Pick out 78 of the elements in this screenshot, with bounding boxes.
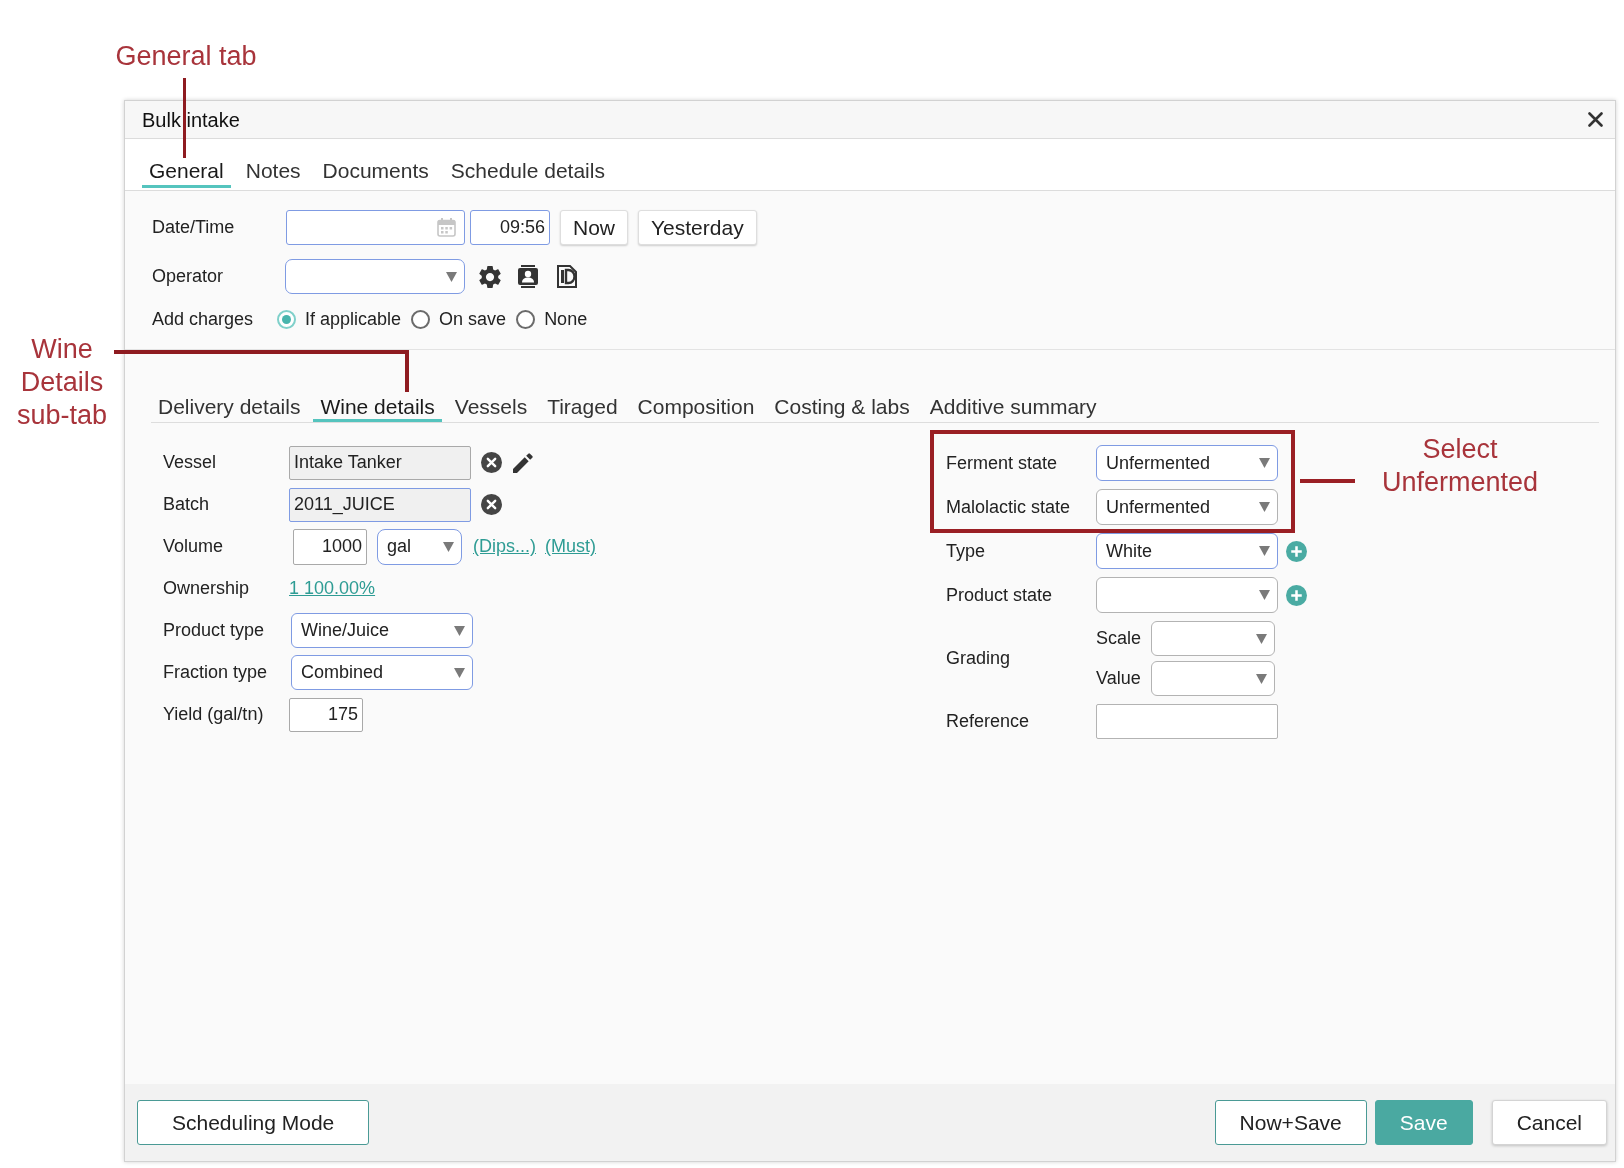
caret-icon bbox=[446, 271, 457, 282]
field-label: Batch bbox=[163, 493, 211, 516]
sub-tab[interactable]: Wine details bbox=[313, 394, 442, 422]
text-field[interactable]: 2011_JUICE bbox=[289, 487, 471, 522]
field-label: Fraction type bbox=[163, 661, 269, 684]
annotation-label: Select Unfermented bbox=[1380, 433, 1540, 499]
number-field[interactable]: 175 bbox=[289, 697, 363, 732]
clear-icon[interactable] bbox=[481, 452, 502, 473]
dropdown[interactable]: Combined bbox=[291, 655, 473, 690]
close-icon[interactable] bbox=[1588, 112, 1603, 127]
tab[interactable]: Schedule details bbox=[443, 156, 612, 188]
dropdown[interactable]: Unfermented bbox=[1096, 445, 1278, 481]
date-field[interactable] bbox=[286, 210, 465, 245]
caret-icon bbox=[1256, 673, 1267, 684]
field-label: Volume bbox=[163, 535, 225, 558]
field-label: Malolactic state bbox=[946, 495, 1072, 519]
sub-tab[interactable]: Costing & labs bbox=[767, 394, 917, 422]
field-label: Product state bbox=[946, 583, 1054, 607]
caret-icon bbox=[454, 667, 465, 678]
field-label: Reference bbox=[946, 710, 1031, 733]
radio-label[interactable]: If applicable bbox=[305, 305, 402, 333]
dropdown[interactable]: White bbox=[1096, 533, 1278, 569]
add-icon[interactable] bbox=[1286, 540, 1307, 562]
caret-icon bbox=[443, 541, 454, 552]
field-label: Type bbox=[946, 539, 987, 563]
field-label: Ownership bbox=[163, 577, 251, 600]
tab[interactable]: Notes bbox=[238, 156, 308, 188]
tab[interactable]: Documents bbox=[315, 156, 436, 188]
radio-label[interactable]: None bbox=[544, 305, 588, 333]
calendar-icon bbox=[437, 218, 456, 237]
sub-tab[interactable]: Composition bbox=[630, 394, 762, 422]
field-label: Date/Time bbox=[152, 216, 236, 239]
field-label: Grading bbox=[946, 647, 1012, 670]
radio-label[interactable]: On save bbox=[439, 305, 507, 333]
footer-button[interactable]: Cancel bbox=[1491, 1100, 1607, 1145]
annotation-label: General tab bbox=[114, 40, 258, 73]
field-label: Scale bbox=[1096, 627, 1143, 650]
footer-button[interactable]: Scheduling Mode bbox=[137, 1100, 370, 1145]
field-label: Operator bbox=[152, 265, 225, 288]
footer-button[interactable]: Now+Save bbox=[1214, 1100, 1367, 1145]
operator-dropdown[interactable] bbox=[285, 259, 465, 294]
sub-tab[interactable]: Delivery details bbox=[151, 394, 308, 422]
caret-icon bbox=[454, 625, 465, 636]
field-label: Yield (gal/tn) bbox=[163, 703, 265, 726]
dialog-title: Bulk intake bbox=[142, 107, 240, 133]
radio-button[interactable] bbox=[516, 309, 536, 329]
caret-icon bbox=[1259, 590, 1270, 600]
field-label: Ferment state bbox=[946, 451, 1059, 475]
field-label: Product type bbox=[163, 619, 266, 642]
shortcut-button[interactable]: Yesterday bbox=[638, 210, 757, 245]
field-label: Value bbox=[1096, 667, 1142, 690]
caret-icon bbox=[1256, 633, 1267, 644]
caret-icon bbox=[1259, 546, 1270, 556]
clear-icon[interactable] bbox=[481, 494, 502, 515]
field-label: Vessel bbox=[163, 451, 218, 474]
radio-button[interactable] bbox=[277, 309, 296, 329]
sub-tab[interactable]: Vessels bbox=[447, 394, 535, 422]
contact-card-icon[interactable] bbox=[518, 265, 538, 288]
volume-field[interactable]: 1000 bbox=[293, 528, 367, 565]
annotation-label: Wine Details sub-tab bbox=[15, 333, 109, 432]
shortcut-button[interactable]: Now bbox=[560, 210, 628, 245]
unit-dropdown[interactable]: gal bbox=[377, 528, 462, 565]
time-field[interactable]: 09:56 bbox=[470, 210, 550, 245]
add-icon[interactable] bbox=[1286, 584, 1307, 606]
sub-tab[interactable]: Additive summary bbox=[922, 394, 1104, 422]
text-field[interactable]: Intake Tanker bbox=[289, 445, 471, 480]
field-label: Add charges bbox=[152, 307, 255, 331]
pencil-icon[interactable] bbox=[513, 452, 533, 473]
settings-icon[interactable] bbox=[479, 265, 501, 288]
document-icon[interactable] bbox=[557, 265, 577, 288]
tab[interactable]: General bbox=[142, 156, 231, 188]
reference-field[interactable] bbox=[1096, 704, 1278, 739]
caret-icon bbox=[1259, 458, 1270, 468]
sub-tab[interactable]: Tiraged bbox=[540, 394, 625, 422]
caret-icon bbox=[1259, 502, 1270, 512]
dropdown[interactable]: Unfermented bbox=[1096, 489, 1278, 525]
radio-button[interactable] bbox=[411, 309, 431, 329]
dropdown[interactable]: Wine/Juice bbox=[291, 613, 473, 648]
